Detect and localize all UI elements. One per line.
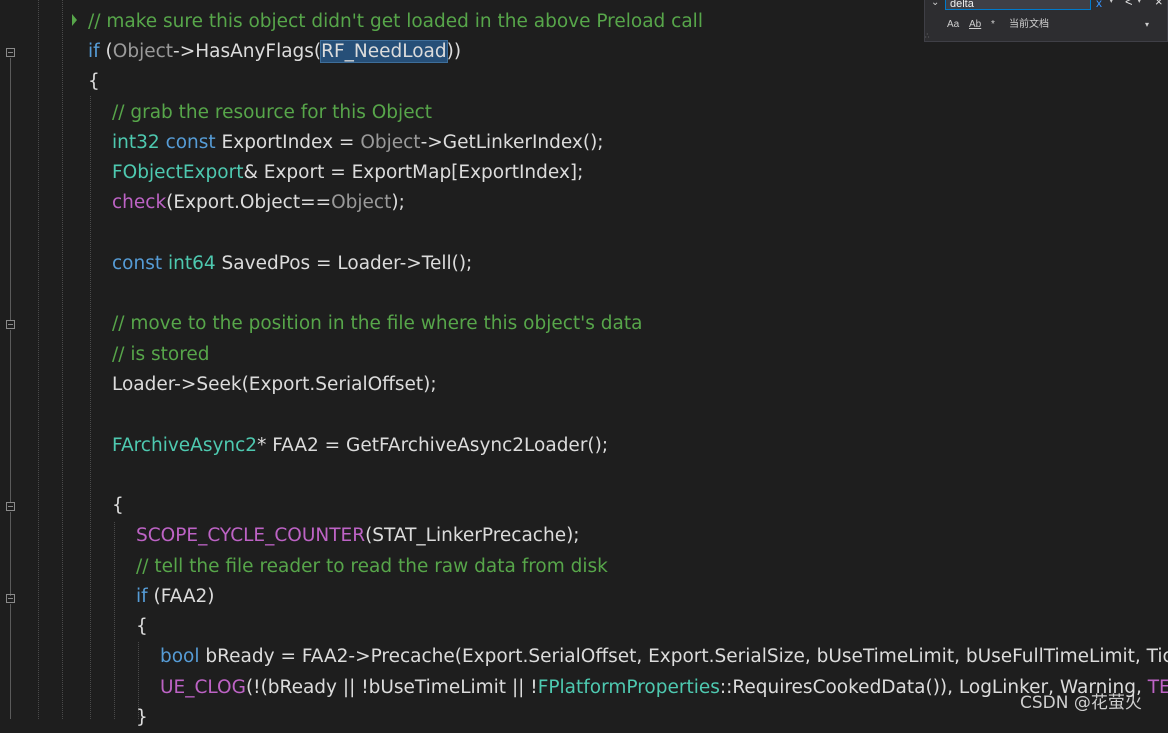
code-token: Object (360, 132, 421, 153)
code-line[interactable]: // move to the position in the file wher… (112, 309, 642, 339)
code-token: SCOPE_CYCLE_COUNTER (136, 525, 366, 546)
search-history-dropdown-icon[interactable]: ▾ (1109, 0, 1114, 6)
fold-toggle-comment-icon[interactable] (6, 320, 15, 329)
code-line[interactable]: UE_CLOG(!(bReady || !bUseTimeLimit || !F… (160, 673, 1168, 703)
code-token: // is stored (112, 344, 210, 365)
code-line[interactable]: { (112, 491, 124, 521)
code-token: (FAA2) (147, 586, 215, 607)
regex-toggle-icon[interactable]: * (991, 16, 995, 34)
indent-guide (90, 96, 91, 719)
fold-line (10, 512, 11, 596)
code-token: check (112, 192, 167, 213)
code-line[interactable]: FObjectExport& Export = ExportMap[Export… (112, 158, 583, 188)
code-token: } (136, 707, 148, 728)
indent-guide (62, 0, 63, 719)
code-line[interactable]: FArchiveAsync2* FAA2 = GetFArchiveAsync2… (112, 431, 608, 461)
code-token: ->HasAnyFlags( (173, 41, 322, 62)
code-token: (STAT_LinkerPrecache); (365, 525, 580, 546)
fold-line (10, 58, 11, 320)
code-token: Object (331, 192, 392, 213)
code-token: FPlatformProperties (537, 677, 720, 698)
code-token: (!(bReady || !bUseTimeLimit || ! (245, 677, 538, 698)
code-token: )) (446, 41, 462, 62)
code-token: { (88, 71, 100, 92)
code-token: ExportIndex = (215, 132, 361, 153)
code-token: ->GetLinkerIndex(); (420, 132, 604, 153)
resize-grip-icon[interactable]: ∴ (925, 32, 930, 40)
code-line[interactable]: check(Export.Object==Object); (112, 188, 405, 218)
code-line[interactable]: const int64 SavedPos = Loader->Tell(); (112, 249, 472, 279)
find-panel: ⌄ delta x ▾ < ▾ × Aa Ab * 当前文档 ▾ ∴ (924, 0, 1168, 42)
code-line[interactable]: SCOPE_CYCLE_COUNTER(STAT_LinkerPrecache)… (136, 521, 580, 551)
find-previous-icon[interactable]: < (1125, 0, 1133, 9)
code-token: if (136, 586, 148, 607)
clear-search-icon[interactable]: x (1096, 0, 1102, 10)
code-token: * FAA2 = GetFArchiveAsync2Loader(); (257, 435, 609, 456)
code-token: const (165, 132, 216, 153)
scope-dropdown-chevron-icon[interactable]: ▾ (1145, 16, 1149, 34)
fold-line (10, 330, 11, 502)
code-line[interactable]: if (Object->HasAnyFlags(RF_NeedLoad)) (88, 37, 461, 67)
code-token: if (88, 41, 100, 62)
fold-toggle-block-icon[interactable] (6, 502, 15, 511)
code-line[interactable]: { (136, 612, 148, 642)
toggle-replace-chevron-icon[interactable]: ⌄ (931, 0, 939, 8)
code-token: // make sure this object didn't get load… (88, 11, 703, 32)
code-token: bool (160, 646, 200, 667)
code-token: ( (99, 41, 113, 62)
watermark: CSDN @花萤火 (1020, 693, 1142, 713)
highlighted-token: RF_NeedLoad (320, 40, 448, 63)
code-token: // grab the resource for this Object (112, 102, 433, 123)
code-line[interactable]: // grab the resource for this Object (112, 98, 432, 128)
code-line[interactable]: } (136, 703, 148, 733)
find-input[interactable]: delta (945, 0, 1091, 10)
code-token: UE_CLOG (160, 677, 246, 698)
code-line[interactable]: int32 const ExportIndex = Object->GetLin… (112, 128, 604, 158)
code-token: Loader->Seek(Export.SerialOffset); (112, 374, 437, 395)
code-line[interactable]: if (FAA2) (136, 582, 215, 612)
code-token: const (112, 253, 163, 274)
code-token: // tell the file reader to read the raw … (136, 556, 608, 577)
code-line[interactable]: { (88, 67, 100, 97)
code-token: ); (391, 192, 405, 213)
whole-word-toggle[interactable]: Ab (969, 16, 981, 34)
code-token: & Export = ExportMap[ExportIndex]; (243, 162, 584, 183)
find-next-dropdown-icon[interactable]: ▾ (1137, 0, 1142, 6)
indent-guide (114, 522, 115, 719)
code-token: FArchiveAsync2 (112, 435, 258, 456)
editor-gutter (0, 0, 28, 719)
fold-line (10, 604, 11, 719)
code-line[interactable]: Loader->Seek(Export.SerialOffset); (112, 370, 437, 400)
code-line[interactable]: // tell the file reader to read the raw … (136, 552, 608, 582)
fold-toggle-if-icon[interactable] (6, 48, 15, 57)
fold-toggle-if-faa2-icon[interactable] (6, 594, 15, 603)
code-token: TEXT( (1147, 677, 1168, 698)
code-token: FObjectExport (112, 162, 244, 183)
current-statement-arrow-icon (72, 14, 77, 26)
code-token: (Export.Object== (166, 192, 332, 213)
code-line[interactable]: // make sure this object didn't get load… (88, 7, 703, 37)
code-token: bReady = FAA2->Precache(Export.SerialOff… (199, 646, 1168, 667)
code-line[interactable]: bool bReady = FAA2->Precache(Export.Seri… (160, 642, 1168, 672)
close-find-icon[interactable]: × (1155, 0, 1163, 9)
code-token: { (136, 616, 148, 637)
code-line[interactable]: // is stored (112, 340, 210, 370)
code-token: { (112, 495, 124, 516)
code-token: Object (112, 41, 174, 62)
code-editor[interactable]: // make sure this object didn't get load… (0, 0, 1168, 728)
indent-guide (38, 0, 39, 719)
match-case-toggle[interactable]: Aa (947, 16, 959, 34)
code-token: int32 (112, 132, 160, 153)
code-token: SavedPos = Loader->Tell(); (215, 253, 473, 274)
code-token: int64 (168, 253, 216, 274)
code-token: // move to the position in the file wher… (112, 313, 643, 334)
search-scope-select[interactable]: 当前文档 (1009, 16, 1049, 34)
